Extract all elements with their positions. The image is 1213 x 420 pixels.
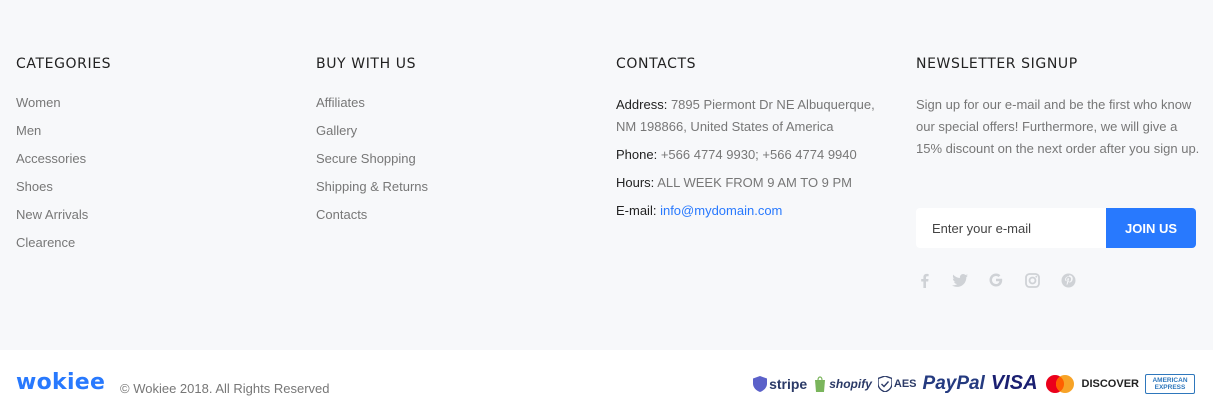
buy-with-us-heading: BUY WITH US (316, 56, 417, 72)
discover-logo: DISCOVER (1081, 377, 1139, 390)
stripe-text: stripe (769, 375, 808, 392)
buy-with-us-column: BUY WITH US Affiliates Gallery Secure Sh… (316, 56, 606, 234)
link-shipping-returns[interactable]: Shipping & Returns (316, 178, 606, 206)
facebook-icon[interactable] (916, 272, 932, 288)
paypal-logo: PayPal (922, 372, 985, 394)
link-contacts[interactable]: Contacts (316, 206, 606, 234)
join-us-button[interactable]: JOIN US (1106, 208, 1196, 248)
buy-with-us-list: Affiliates Gallery Secure Shopping Shipp… (316, 94, 606, 234)
social-icons (916, 272, 1076, 288)
address-label: Address: (616, 97, 668, 112)
category-link-accessories[interactable]: Accessories (16, 150, 306, 178)
category-link-women[interactable]: Women (16, 94, 306, 122)
shopify-logo: shopify (813, 375, 872, 392)
newsletter-email-input[interactable] (916, 208, 1106, 248)
instagram-icon[interactable] (1024, 272, 1040, 288)
visa-logo: VISA (990, 372, 1038, 394)
aes-text: AES (893, 377, 917, 390)
contacts-heading: CONTACTS (616, 56, 697, 72)
newsletter-form: JOIN US (916, 208, 1196, 248)
link-secure-shopping[interactable]: Secure Shopping (316, 150, 606, 178)
payment-logos: stripe shopify AES PayPal VISA DISCOVER … (753, 372, 1195, 395)
category-link-shoes[interactable]: Shoes (16, 178, 306, 206)
amex-logo: AMERICAN EXPRESS (1145, 373, 1195, 394)
aes-logo: AES (877, 375, 917, 392)
categories-column: CATEGORIES Women Men Accessories Shoes N… (16, 56, 306, 262)
category-link-new-arrivals[interactable]: New Arrivals (16, 206, 306, 234)
newsletter-heading: NEWSLETTER SIGNUP (916, 56, 1078, 72)
google-icon[interactable] (988, 272, 1004, 288)
mastercard-icon (1044, 374, 1076, 394)
wokiee-logo[interactable]: wokiee (16, 370, 105, 395)
copyright-text: © Wokiee 2018. All Rights Reserved (120, 381, 330, 396)
newsletter-text: Sign up for our e-mail and be the first … (916, 97, 1200, 156)
twitter-icon[interactable] (952, 272, 968, 288)
link-gallery[interactable]: Gallery (316, 122, 606, 150)
contacts-column: CONTACTS Address: 7895 Piermont Dr NE Al… (616, 56, 886, 228)
amex-text: AMERICAN EXPRESS (1152, 376, 1188, 391)
contact-phone: Phone: +566 4774 9930; +566 4774 9940 (616, 144, 886, 166)
hours-value: ALL WEEK FROM 9 AM TO 9 PM (657, 175, 853, 190)
phone-label: Phone: (616, 147, 658, 162)
category-link-clearence[interactable]: Clearence (16, 234, 306, 262)
contact-hours: Hours: ALL WEEK FROM 9 AM TO 9 PM (616, 172, 886, 194)
shopify-text: shopify (829, 376, 872, 391)
contact-address: Address: 7895 Piermont Dr NE Albuquerque… (616, 94, 886, 138)
hours-label: Hours: (616, 175, 655, 190)
pinterest-icon[interactable] (1060, 272, 1076, 288)
email-label: E-mail: (616, 203, 657, 218)
categories-heading: CATEGORIES (16, 56, 112, 72)
newsletter-column: NEWSLETTER SIGNUP Sign up for our e-mail… (916, 56, 1206, 296)
contact-email: E-mail: info@mydomain.com (616, 200, 886, 222)
email-link[interactable]: info@mydomain.com (660, 203, 782, 218)
phone-value: +566 4774 9930; +566 4774 9940 (660, 147, 857, 162)
stripe-logo: stripe (753, 375, 808, 392)
categories-list: Women Men Accessories Shoes New Arrivals… (16, 94, 306, 262)
category-link-men[interactable]: Men (16, 122, 306, 150)
link-affiliates[interactable]: Affiliates (316, 94, 606, 122)
